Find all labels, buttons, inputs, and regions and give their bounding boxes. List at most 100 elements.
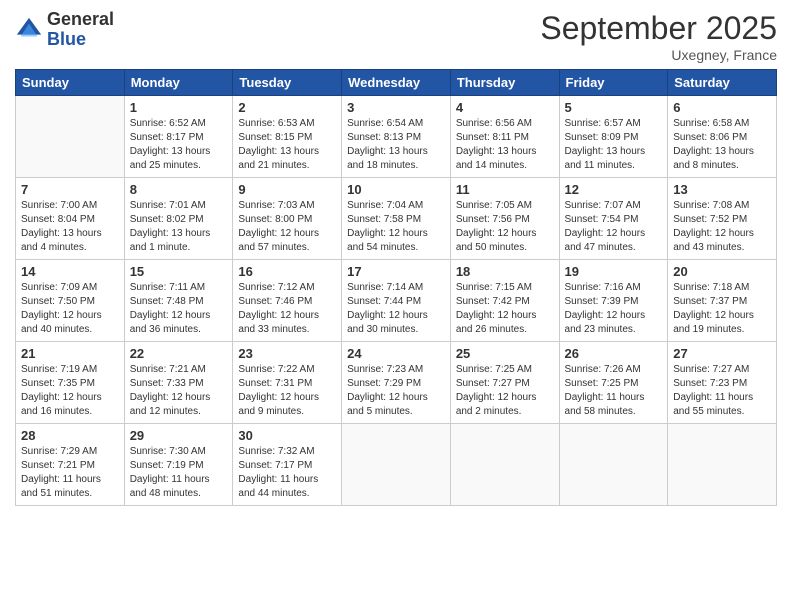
day-header-thursday: Thursday [450,70,559,96]
calendar-cell: 4 Sunrise: 6:56 AMSunset: 8:11 PMDaylight… [450,96,559,178]
calendar-cell [668,424,777,506]
calendar-week-row: 14 Sunrise: 7:09 AMSunset: 7:50 PMDayligh… [16,260,777,342]
calendar-cell [559,424,668,506]
day-number: 23 [238,346,336,361]
calendar-cell: 5 Sunrise: 6:57 AMSunset: 8:09 PMDaylight… [559,96,668,178]
cell-info: Sunrise: 7:16 AMSunset: 7:39 PMDaylight:… [565,281,663,337]
day-number: 24 [347,346,445,361]
day-number: 19 [565,264,663,279]
day-header-tuesday: Tuesday [233,70,342,96]
cell-info: Sunrise: 7:01 AMSunset: 8:02 PMDaylight:… [130,199,228,255]
day-header-saturday: Saturday [668,70,777,96]
cell-info: Sunrise: 6:58 AMSunset: 8:06 PMDaylight:… [673,117,771,173]
calendar-cell: 21 Sunrise: 7:19 AMSunset: 7:35 PMDayligh… [16,342,125,424]
calendar-week-row: 21 Sunrise: 7:19 AMSunset: 7:35 PMDayligh… [16,342,777,424]
cell-info: Sunrise: 6:52 AMSunset: 8:17 PMDaylight:… [130,117,228,173]
cell-info: Sunrise: 7:32 AMSunset: 7:17 PMDaylight:… [238,445,336,501]
calendar-cell: 19 Sunrise: 7:16 AMSunset: 7:39 PMDayligh… [559,260,668,342]
calendar-cell: 28Sunrise: 7:29 AMSunset: 7:21 PMDayligh… [16,424,125,506]
logo-text: General Blue [47,10,114,50]
cell-info: Sunrise: 6:57 AMSunset: 8:09 PMDaylight:… [565,117,663,173]
calendar-cell: 22Sunrise: 7:21 AMSunset: 7:33 PMDayligh… [124,342,233,424]
day-number: 9 [238,182,336,197]
calendar-cell: 25 Sunrise: 7:25 AMSunset: 7:27 PMDayligh… [450,342,559,424]
cell-info: Sunrise: 7:18 AMSunset: 7:37 PMDaylight:… [673,281,771,337]
day-number: 11 [456,182,554,197]
cell-info: Sunrise: 7:09 AMSunset: 7:50 PMDaylight:… [21,281,119,337]
day-number: 20 [673,264,771,279]
day-number: 8 [130,182,228,197]
calendar-header-row: SundayMondayTuesdayWednesdayThursdayFrid… [16,70,777,96]
title-area: September 2025 Uxegney, France [540,10,777,63]
calendar-cell: 7 Sunrise: 7:00 AMSunset: 8:04 PMDaylight… [16,178,125,260]
logo-blue: Blue [47,29,86,49]
calendar-cell [450,424,559,506]
calendar-cell: 24 Sunrise: 7:23 AMSunset: 7:29 PMDayligh… [342,342,451,424]
cell-info: Sunrise: 6:53 AMSunset: 8:15 PMDaylight:… [238,117,336,173]
calendar-table: SundayMondayTuesdayWednesdayThursdayFrid… [15,69,777,506]
calendar-cell: 15 Sunrise: 7:11 AMSunset: 7:48 PMDayligh… [124,260,233,342]
logo-general: General [47,9,114,29]
day-header-wednesday: Wednesday [342,70,451,96]
calendar-cell: 30Sunrise: 7:32 AMSunset: 7:17 PMDayligh… [233,424,342,506]
day-number: 14 [21,264,119,279]
calendar-cell: 2 Sunrise: 6:53 AMSunset: 8:15 PMDaylight… [233,96,342,178]
cell-info: Sunrise: 7:26 AMSunset: 7:25 PMDaylight:… [565,363,663,419]
day-number: 6 [673,100,771,115]
cell-info: Sunrise: 6:54 AMSunset: 8:13 PMDaylight:… [347,117,445,173]
day-number: 17 [347,264,445,279]
day-number: 7 [21,182,119,197]
location: Uxegney, France [540,47,777,63]
day-number: 1 [130,100,228,115]
cell-info: Sunrise: 7:30 AMSunset: 7:19 PMDaylight:… [130,445,228,501]
cell-info: Sunrise: 7:08 AMSunset: 7:52 PMDaylight:… [673,199,771,255]
day-number: 16 [238,264,336,279]
calendar-cell [342,424,451,506]
cell-info: Sunrise: 7:03 AMSunset: 8:00 PMDaylight:… [238,199,336,255]
calendar-cell: 6 Sunrise: 6:58 AMSunset: 8:06 PMDaylight… [668,96,777,178]
day-number: 25 [456,346,554,361]
day-header-sunday: Sunday [16,70,125,96]
calendar-week-row: 28Sunrise: 7:29 AMSunset: 7:21 PMDayligh… [16,424,777,506]
day-number: 18 [456,264,554,279]
day-number: 10 [347,182,445,197]
calendar-cell: 29Sunrise: 7:30 AMSunset: 7:19 PMDayligh… [124,424,233,506]
day-number: 3 [347,100,445,115]
day-number: 21 [21,346,119,361]
calendar-cell [16,96,125,178]
page: General Blue September 2025 Uxegney, Fra… [0,0,792,612]
calendar-cell: 16 Sunrise: 7:12 AMSunset: 7:46 PMDayligh… [233,260,342,342]
day-header-monday: Monday [124,70,233,96]
calendar-week-row: 1 Sunrise: 6:52 AMSunset: 8:17 PMDaylight… [16,96,777,178]
calendar-cell: 13Sunrise: 7:08 AMSunset: 7:52 PMDayligh… [668,178,777,260]
cell-info: Sunrise: 7:04 AMSunset: 7:58 PMDaylight:… [347,199,445,255]
cell-info: Sunrise: 7:00 AMSunset: 8:04 PMDaylight:… [21,199,119,255]
cell-info: Sunrise: 7:27 AMSunset: 7:23 PMDaylight:… [673,363,771,419]
day-number: 5 [565,100,663,115]
day-number: 22 [130,346,228,361]
cell-info: Sunrise: 7:11 AMSunset: 7:48 PMDaylight:… [130,281,228,337]
cell-info: Sunrise: 6:56 AMSunset: 8:11 PMDaylight:… [456,117,554,173]
calendar-cell: 9 Sunrise: 7:03 AMSunset: 8:00 PMDaylight… [233,178,342,260]
calendar-cell: 18Sunrise: 7:15 AMSunset: 7:42 PMDayligh… [450,260,559,342]
cell-info: Sunrise: 7:07 AMSunset: 7:54 PMDaylight:… [565,199,663,255]
day-number: 4 [456,100,554,115]
header: General Blue September 2025 Uxegney, Fra… [15,10,777,63]
cell-info: Sunrise: 7:19 AMSunset: 7:35 PMDaylight:… [21,363,119,419]
day-number: 15 [130,264,228,279]
calendar-cell: 3 Sunrise: 6:54 AMSunset: 8:13 PMDaylight… [342,96,451,178]
cell-info: Sunrise: 7:12 AMSunset: 7:46 PMDaylight:… [238,281,336,337]
calendar-cell: 14 Sunrise: 7:09 AMSunset: 7:50 PMDayligh… [16,260,125,342]
cell-info: Sunrise: 7:05 AMSunset: 7:56 PMDaylight:… [456,199,554,255]
day-number: 27 [673,346,771,361]
cell-info: Sunrise: 7:25 AMSunset: 7:27 PMDaylight:… [456,363,554,419]
month-title: September 2025 [540,10,777,47]
calendar-cell: 11 Sunrise: 7:05 AMSunset: 7:56 PMDayligh… [450,178,559,260]
calendar-cell: 20 Sunrise: 7:18 AMSunset: 7:37 PMDayligh… [668,260,777,342]
calendar-cell: 27 Sunrise: 7:27 AMSunset: 7:23 PMDayligh… [668,342,777,424]
day-number: 2 [238,100,336,115]
cell-info: Sunrise: 7:23 AMSunset: 7:29 PMDaylight:… [347,363,445,419]
calendar-week-row: 7 Sunrise: 7:00 AMSunset: 8:04 PMDaylight… [16,178,777,260]
calendar-cell: 1 Sunrise: 6:52 AMSunset: 8:17 PMDaylight… [124,96,233,178]
cell-info: Sunrise: 7:29 AMSunset: 7:21 PMDaylight:… [21,445,119,501]
